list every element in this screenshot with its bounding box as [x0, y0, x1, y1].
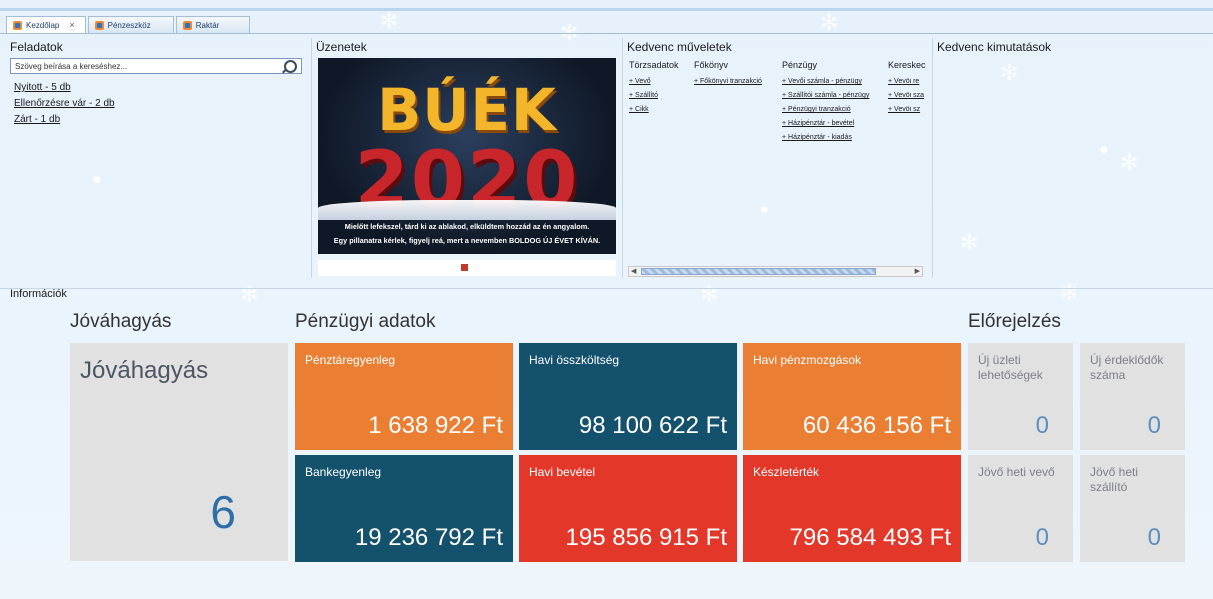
messages-title: Üzenetek — [316, 40, 367, 54]
tile-value: 0 — [1147, 412, 1161, 439]
close-icon[interactable]: × — [69, 20, 74, 30]
reports-title: Kedvenc kimutatások — [937, 40, 1052, 54]
snowflake-decoration: ✻ — [1120, 150, 1139, 175]
info-divider — [0, 288, 1213, 289]
tile-label: Pénztáregyenleg — [305, 353, 396, 367]
tile-label: Jövő heti szállító — [1090, 465, 1139, 494]
tile-value: 0 — [1147, 524, 1161, 551]
tab-label: Raktár — [195, 20, 220, 30]
task-link-pending[interactable]: Ellenőrzésre vár - 2 db — [14, 98, 115, 109]
forecast-tile-opportunities[interactable]: Új üzleti lehetőségek 0 — [968, 343, 1073, 450]
approval-tile[interactable]: Jóváhagyás 6 — [70, 343, 288, 561]
gift-icon — [461, 264, 468, 271]
favorite-link[interactable]: + Házipénztár - bevétel — [782, 120, 854, 127]
tab-bar-divider — [0, 33, 1213, 34]
column-head-master-data: Törzsadatok — [629, 60, 679, 70]
tile-value: 98 100 622 Ft — [578, 412, 727, 439]
scrollbar-thumb[interactable] — [641, 268, 876, 275]
tile-value: 19 236 792 Ft — [354, 524, 503, 551]
tab-kezdolap[interactable]: Kezdőlap × — [6, 16, 86, 33]
banner-text-line1: Mielőtt lefekszel, tárd ki az ablakod, e… — [344, 222, 590, 231]
favorite-link[interactable]: + Vevő — [629, 78, 651, 85]
tab-raktar[interactable]: Raktár — [175, 16, 251, 33]
tab-label: Pénzeszköz — [107, 20, 151, 30]
panel-divider — [311, 38, 312, 278]
finance-tile-total-cost[interactable]: Havi összköltség 98 100 622 Ft — [519, 343, 737, 450]
favorite-link[interactable]: + Pénzügyi tranzakció — [782, 106, 851, 113]
tile-value: 0 — [1035, 524, 1049, 551]
info-title: Információk — [10, 288, 67, 300]
snowflake-decoration: ✻ — [240, 282, 259, 307]
tile-value: 195 856 915 Ft — [565, 524, 727, 551]
tile-label: Új üzleti lehetőségek — [978, 353, 1043, 382]
module-shield-icon — [94, 20, 104, 30]
banner-title: BÚÉK — [377, 76, 557, 144]
tile-value: 796 584 493 Ft — [789, 524, 951, 551]
approval-tile-label: Jóváhagyás — [80, 357, 209, 384]
tab-penzeszkoz[interactable]: Pénzeszköz — [87, 16, 174, 33]
tile-label: Jövő heti vevő — [978, 465, 1055, 479]
column-head-trade: Kereskec — [888, 60, 926, 70]
favorite-link[interactable]: + Vevői számla - pénzügy — [782, 78, 862, 85]
panel-divider — [932, 38, 933, 278]
search-placeholder: Szöveg beírása a kereséshez... — [15, 61, 128, 71]
banner-footer — [318, 260, 616, 276]
scroll-right-icon[interactable]: ▶ — [915, 267, 920, 276]
forecast-section-title: Előrejelzés — [968, 311, 1061, 332]
banner-text-line2: Egy pillanatra kérlek, figyelj reá, mert… — [333, 236, 601, 245]
favorite-link[interactable]: + Szállító — [629, 92, 658, 99]
tile-value: 0 — [1035, 412, 1049, 439]
new-year-banner: BÚÉK 2020 Mielőtt lefekszel, tárd ki az … — [318, 58, 616, 254]
favorites-title: Kedvenc műveletek — [627, 40, 732, 54]
panel-divider — [622, 38, 623, 278]
task-link-closed[interactable]: Zárt - 1 db — [14, 114, 60, 125]
favorite-link[interactable]: + Főkönyvi tranzakció — [694, 78, 762, 85]
module-shield-icon — [13, 20, 22, 30]
tile-label: Havi pénzmozgások — [753, 353, 862, 367]
favorite-link[interactable]: + Szállítói számla - pénzügy — [782, 92, 869, 99]
snowflake-decoration: ✻ — [960, 230, 979, 255]
search-icon[interactable] — [284, 60, 297, 73]
approval-count: 6 — [210, 486, 236, 538]
snowflake-decoration: ✻ — [700, 282, 719, 307]
scroll-left-icon[interactable]: ◀ — [631, 267, 636, 276]
tile-value: 1 638 922 Ft — [368, 412, 503, 439]
horizontal-scrollbar[interactable]: ◀ ▶ — [628, 266, 923, 277]
favorite-link[interactable]: + Házipénztár - kiadás — [782, 134, 852, 141]
snow-decoration — [318, 200, 616, 220]
tile-label: Havi összköltség — [529, 353, 620, 367]
snowflake-decoration: ✻ — [380, 8, 399, 33]
finance-tile-income[interactable]: Havi bevétel 195 856 915 Ft — [519, 455, 737, 562]
search-input[interactable]: Szöveg beírása a kereséshez... — [10, 58, 302, 74]
favorite-link[interactable]: + Vevői sz — [888, 106, 928, 113]
top-border — [0, 8, 1213, 11]
approval-section-title: Jóváhagyás — [70, 311, 172, 332]
snowflake-decoration: ✻ — [1060, 280, 1079, 305]
finance-tile-cash-flow[interactable]: Havi pénzmozgások 60 436 156 Ft — [743, 343, 961, 450]
tile-label: Havi bevétel — [529, 465, 596, 479]
module-shield-icon — [182, 20, 192, 30]
tab-bar: Kezdőlap × Pénzeszköz Raktár — [6, 16, 252, 33]
tile-label: Bankegyenleg — [305, 465, 382, 479]
tile-value: 60 436 156 Ft — [802, 412, 951, 439]
favorite-link[interactable]: + Vevői re — [888, 78, 928, 85]
forecast-tile-next-week-supplier[interactable]: Jövő heti szállító 0 — [1080, 455, 1185, 562]
task-link-open[interactable]: Nyitott - 5 db — [14, 82, 71, 93]
snowflake-decoration: ✻ — [1000, 60, 1019, 85]
tile-label: Új érdeklődők száma — [1090, 353, 1164, 382]
finance-section-title: Pénzügyi adatok — [295, 311, 436, 332]
tab-label: Kezdőlap — [26, 20, 60, 30]
finance-tile-bank[interactable]: Bankegyenleg 19 236 792 Ft — [295, 455, 513, 562]
forecast-tile-next-week-customer[interactable]: Jövő heti vevő 0 — [968, 455, 1073, 562]
tasks-title: Feladatok — [10, 40, 63, 54]
finance-tile-cash[interactable]: Pénztáregyenleg 1 638 922 Ft — [295, 343, 513, 450]
forecast-tile-leads[interactable]: Új érdeklődők száma 0 — [1080, 343, 1185, 450]
favorite-link[interactable]: + Vevői sza — [888, 92, 928, 99]
favorite-link[interactable]: + Cikk — [629, 106, 649, 113]
column-head-ledger: Főkönyv — [694, 60, 729, 70]
column-head-finance: Pénzügy — [782, 60, 818, 70]
finance-tile-inventory[interactable]: Készletérték 796 584 493 Ft — [743, 455, 961, 562]
tile-label: Készletérték — [753, 465, 820, 479]
